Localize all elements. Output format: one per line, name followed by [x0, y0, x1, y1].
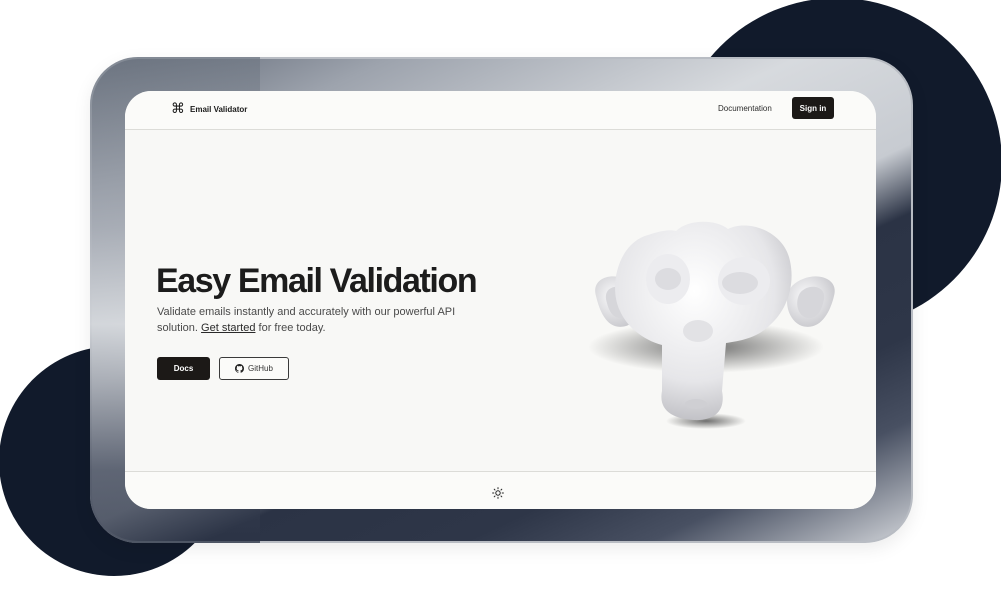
- hero-title: Easy Email Validation: [156, 262, 478, 300]
- brand-name: Email Validator: [190, 104, 248, 114]
- docs-button[interactable]: Docs: [157, 357, 210, 380]
- github-icon: [235, 364, 245, 373]
- hero-description-tail: for free today.: [258, 322, 326, 334]
- sign-in-button[interactable]: Sign in: [792, 97, 834, 119]
- monkey-head-3d-icon: [588, 221, 835, 429]
- footer: [125, 471, 876, 509]
- command-icon: ⌘: [171, 101, 185, 117]
- github-button-label: GitHub: [248, 364, 273, 373]
- sun-icon[interactable]: [492, 487, 504, 499]
- app-screen: ⌘ Email Validator Documentation Sign in …: [125, 91, 876, 509]
- navbar: ⌘ Email Validator Documentation Sign in: [125, 91, 876, 130]
- brand-logo[interactable]: ⌘ Email Validator: [171, 102, 247, 116]
- hero-description: Validate emails instantly and accurately…: [157, 304, 457, 336]
- documentation-link[interactable]: Documentation: [718, 104, 772, 113]
- github-button[interactable]: GitHub: [219, 357, 289, 380]
- get-started-link[interactable]: Get started: [201, 322, 255, 334]
